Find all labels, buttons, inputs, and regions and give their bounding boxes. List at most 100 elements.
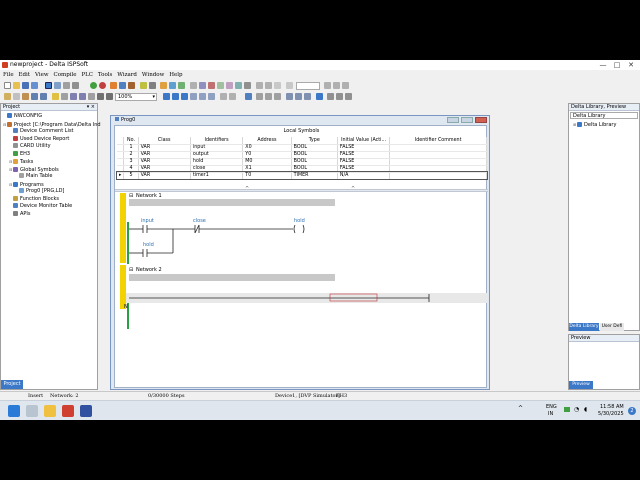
network-2-expander[interactable]: ⊟ bbox=[129, 267, 133, 273]
taskview-icon[interactable] bbox=[26, 405, 38, 417]
misc-icon[interactable] bbox=[336, 93, 343, 100]
table-cell[interactable] bbox=[389, 144, 487, 152]
menu-plc[interactable]: PLC bbox=[81, 71, 93, 80]
child-close-button[interactable] bbox=[475, 117, 487, 123]
splitter[interactable] bbox=[115, 189, 488, 192]
ispsoft-taskbar-icon[interactable] bbox=[62, 405, 74, 417]
notification-badge[interactable]: 2 bbox=[628, 407, 636, 415]
upload-icon[interactable] bbox=[119, 82, 126, 89]
table-row[interactable]: 1 VAR input X0 BOOL FALSE bbox=[117, 144, 487, 152]
compile-icon[interactable] bbox=[90, 82, 97, 89]
delete-network-icon[interactable] bbox=[274, 93, 281, 100]
tab-project[interactable]: Project bbox=[1, 380, 23, 389]
table-cell[interactable]: hold bbox=[190, 158, 244, 166]
trace-icon[interactable] bbox=[226, 82, 233, 89]
tray-time[interactable]: 11:58 AM bbox=[600, 404, 624, 410]
table-cell[interactable]: output bbox=[190, 151, 244, 159]
column-header[interactable]: Address bbox=[242, 137, 292, 145]
replace-icon[interactable] bbox=[61, 93, 68, 100]
table-row[interactable]: ▸ 5 VAR timer1 T0 TIMER N/A bbox=[116, 171, 488, 180]
table-cell[interactable]: 1 bbox=[123, 144, 139, 152]
view-icon[interactable] bbox=[316, 93, 323, 100]
settings-icon[interactable] bbox=[244, 82, 251, 89]
table-cell[interactable]: 2 bbox=[123, 151, 139, 159]
table-cell[interactable]: N/A bbox=[337, 172, 391, 180]
table-cell[interactable]: Y0 bbox=[242, 151, 292, 159]
line-icon[interactable] bbox=[220, 93, 227, 100]
stop-icon[interactable] bbox=[99, 82, 106, 89]
menu-file[interactable]: File bbox=[3, 71, 14, 80]
menu-edit[interactable]: Edit bbox=[19, 71, 31, 80]
tree-item[interactable]: ⊟ Project [C:\Program Data\Delta Ind bbox=[3, 121, 101, 128]
cut-icon[interactable] bbox=[4, 93, 11, 100]
symbol-icon[interactable] bbox=[295, 93, 302, 100]
coil-icon[interactable] bbox=[181, 93, 188, 100]
table-cell[interactable]: TIMER bbox=[291, 172, 338, 180]
table-cell[interactable]: BOOL bbox=[291, 144, 338, 152]
step-icon[interactable] bbox=[190, 82, 197, 89]
tray-language[interactable]: ENG bbox=[546, 404, 557, 410]
monitor-icon[interactable] bbox=[128, 82, 135, 89]
print-icon[interactable] bbox=[88, 93, 95, 100]
pause-icon[interactable] bbox=[160, 82, 167, 89]
table-cell[interactable] bbox=[389, 172, 487, 180]
plc-icon[interactable] bbox=[149, 82, 156, 89]
watch-icon[interactable] bbox=[217, 82, 224, 89]
table-cell[interactable] bbox=[389, 158, 487, 166]
open-folder-icon[interactable] bbox=[13, 82, 20, 89]
tree-item[interactable]: NWCONFIG bbox=[3, 113, 42, 120]
table-cell[interactable] bbox=[389, 165, 487, 173]
column-header[interactable]: Initial Value (Acti... bbox=[337, 137, 391, 145]
close-button[interactable]: ✕ bbox=[624, 60, 638, 70]
maximize-button[interactable]: □ bbox=[610, 60, 624, 70]
ld-mode-icon[interactable] bbox=[163, 93, 170, 100]
table-cell[interactable]: BOOL bbox=[291, 165, 338, 173]
child-restore-button[interactable] bbox=[461, 117, 473, 123]
network-1-expander[interactable]: ⊟ bbox=[129, 193, 133, 199]
find-icon[interactable] bbox=[52, 93, 59, 100]
tab-preview[interactable]: Preview bbox=[569, 381, 593, 389]
block-icon[interactable] bbox=[208, 93, 215, 100]
paste-icon[interactable] bbox=[22, 93, 29, 100]
table-cell[interactable]: FALSE bbox=[337, 144, 391, 152]
tab-user-defined[interactable]: User Defi bbox=[600, 323, 624, 331]
tree-item[interactable]: Main Table bbox=[15, 173, 52, 180]
insert-network-icon[interactable] bbox=[265, 93, 272, 100]
child-minimize-button[interactable] bbox=[447, 117, 459, 123]
table-row[interactable]: 2 VAR output Y0 BOOL FALSE bbox=[117, 151, 487, 159]
table-cell[interactable]: timer1 bbox=[190, 172, 244, 180]
network-status-icon[interactable] bbox=[564, 407, 570, 412]
table-cell[interactable]: VAR bbox=[138, 165, 191, 173]
column-header[interactable]: Type bbox=[291, 137, 338, 145]
tray-chevron-icon[interactable]: ^ bbox=[518, 405, 526, 413]
table-cell[interactable]: VAR bbox=[138, 144, 191, 152]
library-dropdown[interactable]: Delta Library bbox=[570, 112, 638, 119]
network-icon[interactable] bbox=[256, 93, 263, 100]
table-cell[interactable]: 3 bbox=[123, 158, 139, 166]
table-cell[interactable]: T0 bbox=[242, 172, 292, 180]
volume-icon[interactable]: ◖ bbox=[584, 406, 587, 413]
table-icon[interactable] bbox=[235, 82, 242, 89]
table-cell[interactable]: 4 bbox=[123, 165, 139, 173]
table-cell[interactable]: input bbox=[190, 144, 244, 152]
branch-icon[interactable] bbox=[190, 93, 197, 100]
step-field[interactable] bbox=[296, 82, 320, 90]
menu-help[interactable]: Help bbox=[169, 71, 182, 80]
tree-item[interactable]: ⊟ Tasks bbox=[9, 158, 33, 165]
run-icon[interactable] bbox=[140, 82, 147, 89]
copy-icon[interactable] bbox=[13, 93, 20, 100]
table-cell[interactable]: BOOL bbox=[291, 158, 338, 166]
table-cell[interactable]: X1 bbox=[242, 165, 292, 173]
device-icon[interactable] bbox=[199, 82, 206, 89]
vline-icon[interactable] bbox=[229, 93, 236, 100]
tree-item[interactable]: Device Comment List bbox=[9, 128, 74, 135]
table-cell[interactable]: M0 bbox=[242, 158, 292, 166]
pointer-icon[interactable] bbox=[245, 93, 252, 100]
download-icon[interactable] bbox=[110, 82, 117, 89]
tree-item[interactable]: Device Monitor Table bbox=[9, 203, 72, 210]
tab-delta-library[interactable]: Delta Library bbox=[569, 323, 599, 331]
splitter-up-icon[interactable]: ^ bbox=[245, 186, 249, 192]
panel-pin-icon[interactable]: ▾ × bbox=[87, 104, 95, 111]
list-icon[interactable] bbox=[72, 82, 79, 89]
tree-item[interactable]: EH3 bbox=[9, 150, 30, 158]
